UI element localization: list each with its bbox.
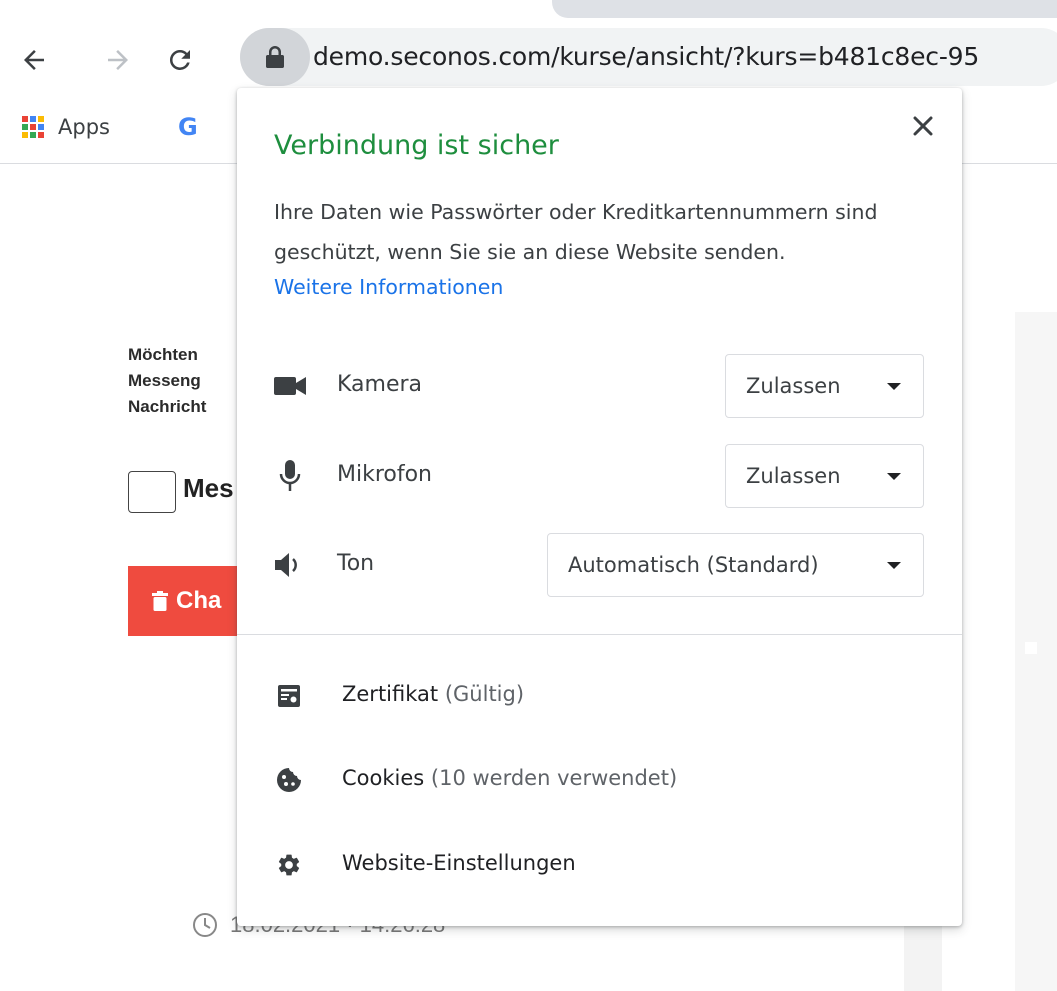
- site-settings-label-text: Website-Einstellungen: [342, 851, 576, 875]
- permission-row-sound: Ton Automatisch (Standard): [237, 533, 962, 597]
- tab-strip: [552, 0, 1057, 18]
- lock-icon: [266, 46, 284, 68]
- permission-label: Mikrofon: [337, 462, 433, 487]
- permission-row-camera: Kamera Zulassen: [237, 354, 962, 418]
- cookies-count: (10 werden verwendet): [430, 766, 678, 790]
- select-value: Zulassen: [746, 374, 841, 398]
- bookmark-apps[interactable]: Apps: [22, 110, 110, 144]
- certificate-label: Zertifikat (Gültig): [342, 682, 524, 706]
- sound-permission-select[interactable]: Automatisch (Standard): [547, 533, 924, 597]
- page-text-line: Nachricht: [128, 397, 207, 416]
- page-gray-block: [904, 925, 942, 991]
- certificate-icon: [273, 680, 305, 712]
- permission-row-microphone: Mikrofon Zulassen: [237, 444, 962, 508]
- cookie-icon: [273, 764, 305, 796]
- chat-delete-button[interactable]: Cha: [128, 566, 248, 636]
- certificate-status: (Gültig): [444, 682, 525, 706]
- page-text-line: Messeng: [128, 371, 201, 390]
- sound-icon: [273, 549, 307, 581]
- certificate-row[interactable]: Zertifikat (Gültig): [237, 666, 962, 726]
- gear-icon: [273, 849, 305, 881]
- connection-status-title: Verbindung ist sicher: [274, 130, 559, 161]
- microphone-icon: [273, 460, 307, 492]
- select-value: Automatisch (Standard): [568, 553, 819, 577]
- forward-button[interactable]: [98, 40, 138, 80]
- page-text-line: Möchten: [128, 345, 198, 364]
- arrow-right-icon: [108, 50, 128, 70]
- url-container: demo.seconos.com/kurse/ansicht/?kurs=b48…: [313, 28, 1057, 86]
- reload-button[interactable]: [160, 40, 200, 80]
- select-value: Zulassen: [746, 464, 841, 488]
- site-info-popup: Verbindung ist sicher Ihre Daten wie Pas…: [237, 88, 962, 926]
- popup-divider: [237, 634, 962, 635]
- page-paragraph: Möchten Messeng Nachricht: [128, 342, 238, 420]
- site-settings-label: Website-Einstellungen: [342, 851, 576, 875]
- dropdown-caret-icon: [887, 473, 901, 480]
- close-button[interactable]: [903, 106, 943, 146]
- connection-description: Ihre Daten wie Passwörter oder Kreditkar…: [274, 200, 878, 264]
- apps-grid-icon: [22, 116, 44, 138]
- bookmark-google[interactable]: G: [178, 110, 198, 144]
- more-info-link[interactable]: Weitere Informationen: [274, 275, 503, 299]
- cookies-label-text: Cookies: [342, 766, 425, 790]
- cookies-row[interactable]: Cookies (10 werden verwendet): [237, 750, 962, 810]
- dropdown-caret-icon: [887, 383, 901, 390]
- messenger-checkbox-label: Mes: [183, 473, 234, 503]
- microphone-permission-select[interactable]: Zulassen: [725, 444, 924, 508]
- arrow-left-icon: [24, 50, 44, 70]
- dropdown-caret-icon: [887, 562, 901, 569]
- reload-icon: [169, 49, 190, 70]
- page-side-panel: [1015, 312, 1057, 991]
- site-settings-row[interactable]: Website-Einstellungen: [237, 835, 962, 895]
- site-info-button[interactable]: [240, 28, 310, 86]
- permission-label: Kamera: [337, 372, 423, 397]
- url-text: demo.seconos.com/kurse/ansicht/?kurs=b48…: [313, 42, 980, 71]
- back-button[interactable]: [14, 40, 54, 80]
- camera-permission-select[interactable]: Zulassen: [725, 354, 924, 418]
- google-logo-icon: G: [178, 113, 198, 141]
- messenger-checkbox[interactable]: [128, 471, 176, 513]
- clock-icon: [193, 913, 217, 937]
- permission-label: Ton: [337, 551, 375, 576]
- certificate-label-text: Zertifikat: [342, 682, 439, 706]
- trash-icon: [152, 591, 168, 611]
- close-icon: [913, 116, 933, 136]
- chat-delete-label: Cha: [176, 587, 222, 614]
- camera-icon: [273, 370, 307, 402]
- cookies-label: Cookies (10 werden verwendet): [342, 766, 677, 790]
- bookmark-apps-label: Apps: [58, 115, 110, 139]
